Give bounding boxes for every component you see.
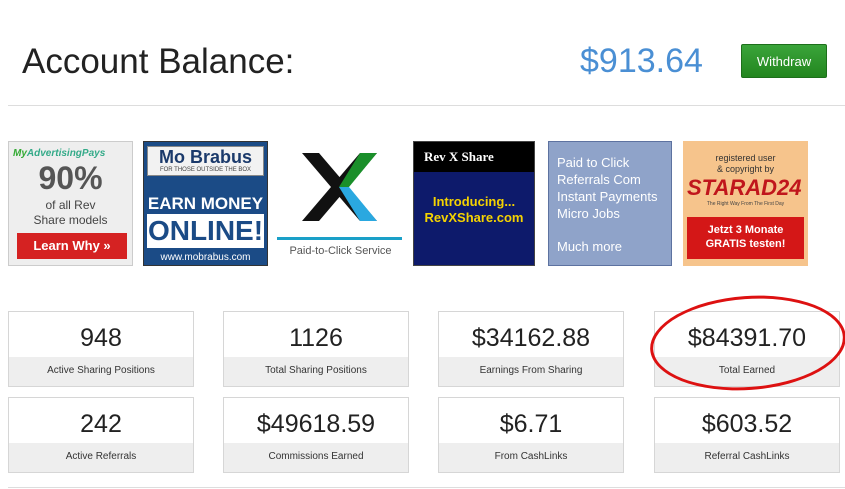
ad-underline	[277, 237, 402, 240]
ad-headline: EARN MONEY	[147, 194, 264, 213]
page-title: Account Balance:	[22, 42, 295, 81]
stat-label: Active Sharing Positions	[9, 357, 193, 386]
stat-value: 1126	[289, 324, 343, 352]
stat-value: $34162.88	[471, 324, 591, 352]
ad-caption: Paid-to-Click Service	[289, 245, 392, 257]
stat-label: From CashLinks	[439, 443, 623, 472]
stat-value: 948	[80, 324, 122, 352]
ad-subtitle: of all Rev Share models	[33, 198, 108, 227]
divider-bottom	[8, 487, 845, 488]
ad-line: Instant Payments	[557, 189, 658, 204]
stat-card-active-referrals: 242 Active Referrals	[8, 397, 194, 473]
stat-label: Referral CashLinks	[655, 443, 839, 472]
account-header: Account Balance: $913.64 Withdraw	[0, 0, 845, 106]
stat-card-from-cashlinks: $6.71 From CashLinks	[438, 397, 624, 473]
ad-line: Paid to Click	[557, 155, 630, 170]
ad-url: www.mobrabus.com	[160, 252, 251, 263]
learn-why-button[interactable]: Learn Why »	[17, 233, 127, 259]
ad-percentage: 90%	[38, 160, 103, 196]
ad-line: Referrals Com	[557, 172, 641, 187]
ad-tagline: The Right Way From The First Day	[706, 201, 785, 207]
balance-amount: $913.64	[580, 42, 703, 80]
ad-registered-text: registered user & copyright by	[715, 153, 776, 174]
ad-promo: Jetzt 3 Monate GRATIS testen!	[687, 217, 804, 259]
ad-banner-starad24[interactable]: registered user & copyright by STARAD24 T…	[683, 141, 808, 266]
ad-banner-revxshare[interactable]: Rev X Share Introducing... RevXShare.com	[413, 141, 535, 266]
stat-value: $6.71	[499, 410, 563, 438]
ad-brand: MyAdvertisingPays	[13, 148, 106, 159]
x-logo-icon	[302, 153, 377, 221]
stat-card-total-sharing-positions: 1126 Total Sharing Positions	[223, 311, 409, 387]
ad-logo-box: Mo Brabus FOR THOSE OUTSIDE THE BOX	[147, 146, 264, 176]
stat-card-commissions-earned: $49618.59 Commissions Earned	[223, 397, 409, 473]
ad-line: Much more	[557, 239, 623, 254]
ad-line-1: Introducing...	[432, 194, 516, 209]
stat-label: Commissions Earned	[224, 443, 408, 472]
ad-line-2: RevXShare.com	[424, 210, 524, 225]
ad-line: Micro Jobs	[557, 206, 620, 221]
stat-label: Earnings From Sharing	[439, 357, 623, 386]
ad-banner-ptc-service[interactable]: Paid-to-Click Service	[277, 141, 404, 266]
stat-card-referral-cashlinks: $603.52 Referral CashLinks	[654, 397, 840, 473]
ad-banner-mobrabus[interactable]: Mo Brabus FOR THOSE OUTSIDE THE BOX EARN…	[143, 141, 268, 266]
ad-online-text: ONLINE!	[147, 214, 264, 248]
stat-value: $49618.59	[256, 410, 376, 438]
stat-value: $603.52	[701, 410, 793, 438]
starad-logo: STARAD24	[687, 175, 802, 200]
ad-banner-myadvertisingpays[interactable]: MyAdvertisingPays 90% of all Rev Share mo…	[8, 141, 133, 266]
stat-value: 242	[80, 410, 122, 438]
stat-label: Total Sharing Positions	[224, 357, 408, 386]
stat-label: Active Referrals	[9, 443, 193, 472]
ad-banner-ptc-text[interactable]: Paid to Click Referrals Com Instant Paym…	[548, 141, 672, 266]
withdraw-button[interactable]: Withdraw	[741, 44, 827, 78]
ad-header: Rev X Share	[414, 142, 534, 172]
stat-card-earnings-from-sharing: $34162.88 Earnings From Sharing	[438, 311, 624, 387]
stat-card-active-sharing-positions: 948 Active Sharing Positions	[8, 311, 194, 387]
divider-top	[8, 105, 845, 106]
